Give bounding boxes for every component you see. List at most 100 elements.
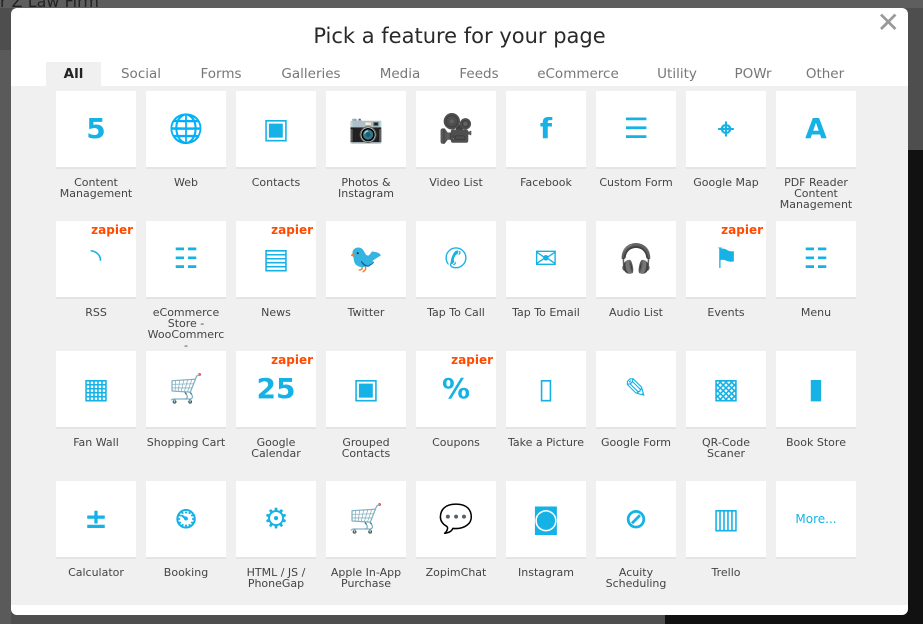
contacts-book-icon: ▣: [262, 112, 290, 145]
feature-tile-box[interactable]: 5: [56, 91, 136, 169]
coupon-percent-icon: %: [441, 372, 471, 405]
tab-all[interactable]: All: [46, 62, 101, 86]
feature-tile-box[interactable]: % zapier: [416, 351, 496, 429]
feature-tile[interactable]: ▤ zapier News: [236, 221, 316, 318]
more-label[interactable]: More...: [795, 512, 836, 526]
feature-tile-box[interactable]: ◝ zapier: [56, 221, 136, 299]
tab-media[interactable]: Media: [361, 62, 439, 86]
feature-tile[interactable]: ▣ Grouped Contacts: [326, 351, 406, 459]
feature-tile-box[interactable]: 🎥: [416, 91, 496, 169]
feature-tile[interactable]: ▣ Contacts: [236, 91, 316, 188]
globe-icon: 🌐: [168, 112, 204, 145]
feature-tile-box[interactable]: 25 zapier: [236, 351, 316, 429]
camera-icon: 📷: [348, 112, 384, 145]
feature-tile-box[interactable]: ▣: [236, 91, 316, 169]
form-pencil-icon: ✎: [624, 372, 648, 405]
feature-tile[interactable]: ✆ Tap To Call: [416, 221, 496, 318]
feature-tile[interactable]: ± Calculator: [56, 481, 136, 578]
feature-tile-box[interactable]: ☷: [776, 221, 856, 299]
feature-tile[interactable]: ☷ eCommerce Store - WooCommerc -: [146, 221, 226, 351]
feature-tile-box[interactable]: 🎧: [596, 221, 676, 299]
feature-tile[interactable]: ⚙ HTML / JS / PhoneGap: [236, 481, 316, 589]
feature-tile[interactable]: ◙ Instagram: [506, 481, 586, 578]
feature-tile[interactable]: 5 Content Management: [56, 91, 136, 199]
tab-powr[interactable]: POWr: [717, 62, 789, 86]
feature-tile[interactable]: ⊘ Acuity Scheduling: [596, 481, 676, 589]
zapier-badge: zapier: [451, 353, 493, 367]
feature-tile[interactable]: 📷 Photos & Instagram: [326, 91, 406, 199]
feature-tile[interactable]: ▮ Book Store: [776, 351, 856, 448]
feature-tile-box[interactable]: ✆: [416, 221, 496, 299]
feature-tile-box[interactable]: ▮: [776, 351, 856, 429]
feature-tile[interactable]: 🎧 Audio List: [596, 221, 676, 318]
tab-utility[interactable]: Utility: [637, 62, 717, 86]
close-icon[interactable]: ✕: [877, 8, 900, 38]
tab-other[interactable]: Other: [789, 62, 861, 86]
feature-tile[interactable]: 🛒 Shopping Cart: [146, 351, 226, 448]
feature-tile[interactable]: f Facebook: [506, 91, 586, 188]
feature-tile[interactable]: ⚑ zapier Events: [686, 221, 766, 318]
feature-tile-box[interactable]: ☰: [596, 91, 676, 169]
feature-tile[interactable]: ◝ zapier RSS: [56, 221, 136, 318]
feature-tile-box[interactable]: ⚑ zapier: [686, 221, 766, 299]
feature-tile[interactable]: % zapier Coupons: [416, 351, 496, 448]
feature-tile[interactable]: 🌐 Web: [146, 91, 226, 188]
feature-tile-box[interactable]: ▩: [686, 351, 766, 429]
tab-ecommerce[interactable]: eCommerce: [519, 62, 637, 86]
feature-tile-box[interactable]: ⊘: [596, 481, 676, 559]
clipboard-list-icon: ☷: [173, 242, 199, 275]
feature-tile-box[interactable]: ⏲: [146, 481, 226, 559]
more-box[interactable]: More...: [776, 481, 856, 559]
feature-tile[interactable]: 🎥 Video List: [416, 91, 496, 188]
feature-tile-box[interactable]: 🛒: [326, 481, 406, 559]
feature-label: Shopping Cart: [146, 436, 226, 449]
feature-tile[interactable]: ⌖ Google Map: [686, 91, 766, 188]
feature-tile-box[interactable]: ✉: [506, 221, 586, 299]
feature-tile[interactable]: ⏲ Booking: [146, 481, 226, 578]
feature-tile-box[interactable]: ▦: [56, 351, 136, 429]
feature-tile-box[interactable]: 🐦: [326, 221, 406, 299]
feature-tile-box[interactable]: 💬: [416, 481, 496, 559]
tab-galleries[interactable]: Galleries: [261, 62, 361, 86]
feature-tile[interactable]: ▯ Take a Picture: [506, 351, 586, 448]
instagram-icon: ◙: [532, 502, 560, 535]
feature-tile[interactable]: ▦ Fan Wall: [56, 351, 136, 448]
tab-feeds[interactable]: Feeds: [439, 62, 519, 86]
feature-label: Photos & Instagram: [338, 176, 394, 200]
feature-tile-box[interactable]: ▥: [686, 481, 766, 559]
more-features-button[interactable]: More...: [776, 481, 856, 559]
feature-tile-box[interactable]: 📷: [326, 91, 406, 169]
feature-tile[interactable]: ✉ Tap To Email: [506, 221, 586, 318]
feature-tile-box[interactable]: ▯: [506, 351, 586, 429]
menu-list-icon: ☷: [803, 242, 829, 275]
feature-label: Tap To Call: [427, 306, 485, 319]
tab-social[interactable]: Social: [101, 62, 181, 86]
tab-forms[interactable]: Forms: [181, 62, 261, 86]
feature-tile[interactable]: 🛒 Apple In-App Purchase: [326, 481, 406, 589]
feature-tile-box[interactable]: ⚙: [236, 481, 316, 559]
feature-tile-box[interactable]: ▣: [326, 351, 406, 429]
newspaper-icon: ▤: [262, 242, 290, 275]
feature-tile[interactable]: ▩ QR-Code Scaner: [686, 351, 766, 459]
feature-tile[interactable]: ☷ Menu: [776, 221, 856, 318]
feature-tile-box[interactable]: f: [506, 91, 586, 169]
feature-label: PDF Reader Content Management: [779, 176, 853, 211]
feature-label: Tap To Email: [512, 306, 580, 319]
feature-tile[interactable]: 25 zapier Google Calendar: [236, 351, 316, 459]
feature-tile-box[interactable]: 🛒: [146, 351, 226, 429]
feature-tile-box[interactable]: ⌖: [686, 91, 766, 169]
feature-label: Content Management: [59, 176, 133, 200]
feature-tile-box[interactable]: ◙: [506, 481, 586, 559]
feature-tile[interactable]: 💬 ZopimChat: [416, 481, 496, 578]
feature-tile-box[interactable]: ☷: [146, 221, 226, 299]
feature-tile-box[interactable]: ✎: [596, 351, 676, 429]
feature-tile[interactable]: ☰ Custom Form: [596, 91, 676, 188]
feature-tile-box[interactable]: 🌐: [146, 91, 226, 169]
feature-tile-box[interactable]: ±: [56, 481, 136, 559]
feature-tile-box[interactable]: ▤ zapier: [236, 221, 316, 299]
feature-tile[interactable]: ✎ Google Form: [596, 351, 676, 448]
feature-tile-box[interactable]: A: [776, 91, 856, 169]
feature-tile[interactable]: A PDF Reader Content Management: [776, 91, 856, 210]
feature-tile[interactable]: 🐦 Twitter: [326, 221, 406, 318]
feature-tile[interactable]: ▥ Trello: [686, 481, 766, 578]
